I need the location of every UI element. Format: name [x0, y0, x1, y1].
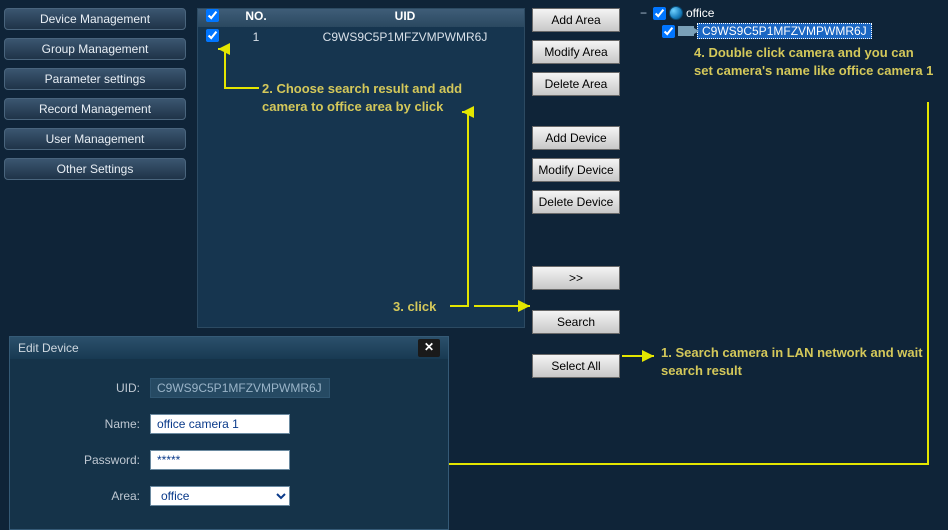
- row-no: 1: [226, 30, 286, 44]
- search-button[interactable]: Search: [532, 310, 620, 334]
- action-button-column: Add Area Modify Area Delete Area Add Dev…: [532, 8, 620, 386]
- modify-device-button[interactable]: Modify Device: [532, 158, 620, 182]
- row-checkbox[interactable]: [206, 29, 219, 42]
- row-uid: C9WS9C5P1MFZVMPWMR6J: [286, 30, 524, 44]
- name-field[interactable]: [150, 414, 290, 434]
- nav-other-settings[interactable]: Other Settings: [4, 158, 186, 180]
- name-label: Name:: [20, 417, 150, 431]
- search-results-panel: NO. UID 1 C9WS9C5P1MFZVMPWMR6J: [197, 8, 525, 328]
- modify-area-button[interactable]: Modify Area: [532, 40, 620, 64]
- password-field[interactable]: [150, 450, 290, 470]
- edit-device-dialog: Edit Device ✕ UID: Name: Password: Area:…: [9, 336, 449, 530]
- password-label: Password:: [20, 453, 150, 467]
- globe-icon: [669, 6, 683, 20]
- search-table-header: NO. UID: [198, 9, 524, 27]
- annotation-4: 4. Double click camera and you can set c…: [694, 44, 934, 79]
- annotation-3: 3. click: [393, 298, 436, 316]
- nav-group-management[interactable]: Group Management: [4, 38, 186, 60]
- area-label: Area:: [20, 489, 150, 503]
- column-header-no: NO.: [226, 9, 286, 27]
- nav-parameter-settings[interactable]: Parameter settings: [4, 68, 186, 90]
- tree-root-checkbox[interactable]: [653, 7, 666, 20]
- add-device-button[interactable]: Add Device: [532, 126, 620, 150]
- select-all-checkbox[interactable]: [206, 9, 219, 22]
- tree-root-label: office: [686, 6, 714, 20]
- select-all-button[interactable]: Select All: [532, 354, 620, 378]
- uid-field: [150, 378, 330, 398]
- tree-child-label[interactable]: C9WS9C5P1MFZVMPWMR6J: [697, 23, 872, 39]
- delete-area-button[interactable]: Delete Area: [532, 72, 620, 96]
- tree-child-checkbox[interactable]: [662, 25, 675, 38]
- tree-root-row[interactable]: − office: [640, 4, 940, 22]
- move-button[interactable]: >>: [532, 266, 620, 290]
- annotation-2: 2. Choose search result and add camera t…: [262, 80, 484, 115]
- nav-user-management[interactable]: User Management: [4, 128, 186, 150]
- column-header-uid: UID: [286, 9, 524, 27]
- delete-device-button[interactable]: Delete Device: [532, 190, 620, 214]
- uid-label: UID:: [20, 381, 150, 395]
- device-tree: − office C9WS9C5P1MFZVMPWMR6J: [640, 4, 940, 40]
- camera-icon: [678, 26, 694, 36]
- close-icon[interactable]: ✕: [418, 339, 440, 357]
- dialog-titlebar: Edit Device ✕: [10, 337, 448, 359]
- table-row[interactable]: 1 C9WS9C5P1MFZVMPWMR6J: [198, 27, 524, 47]
- left-sidebar: Device Management Group Management Param…: [4, 8, 186, 180]
- area-select[interactable]: office: [150, 486, 290, 506]
- dialog-title: Edit Device: [18, 341, 79, 355]
- nav-record-management[interactable]: Record Management: [4, 98, 186, 120]
- tree-child-row[interactable]: C9WS9C5P1MFZVMPWMR6J: [640, 22, 940, 40]
- add-area-button[interactable]: Add Area: [532, 8, 620, 32]
- tree-collapse-icon[interactable]: −: [640, 6, 650, 20]
- nav-device-management[interactable]: Device Management: [4, 8, 186, 30]
- annotation-1: 1. Search camera in LAN network and wait…: [661, 344, 931, 379]
